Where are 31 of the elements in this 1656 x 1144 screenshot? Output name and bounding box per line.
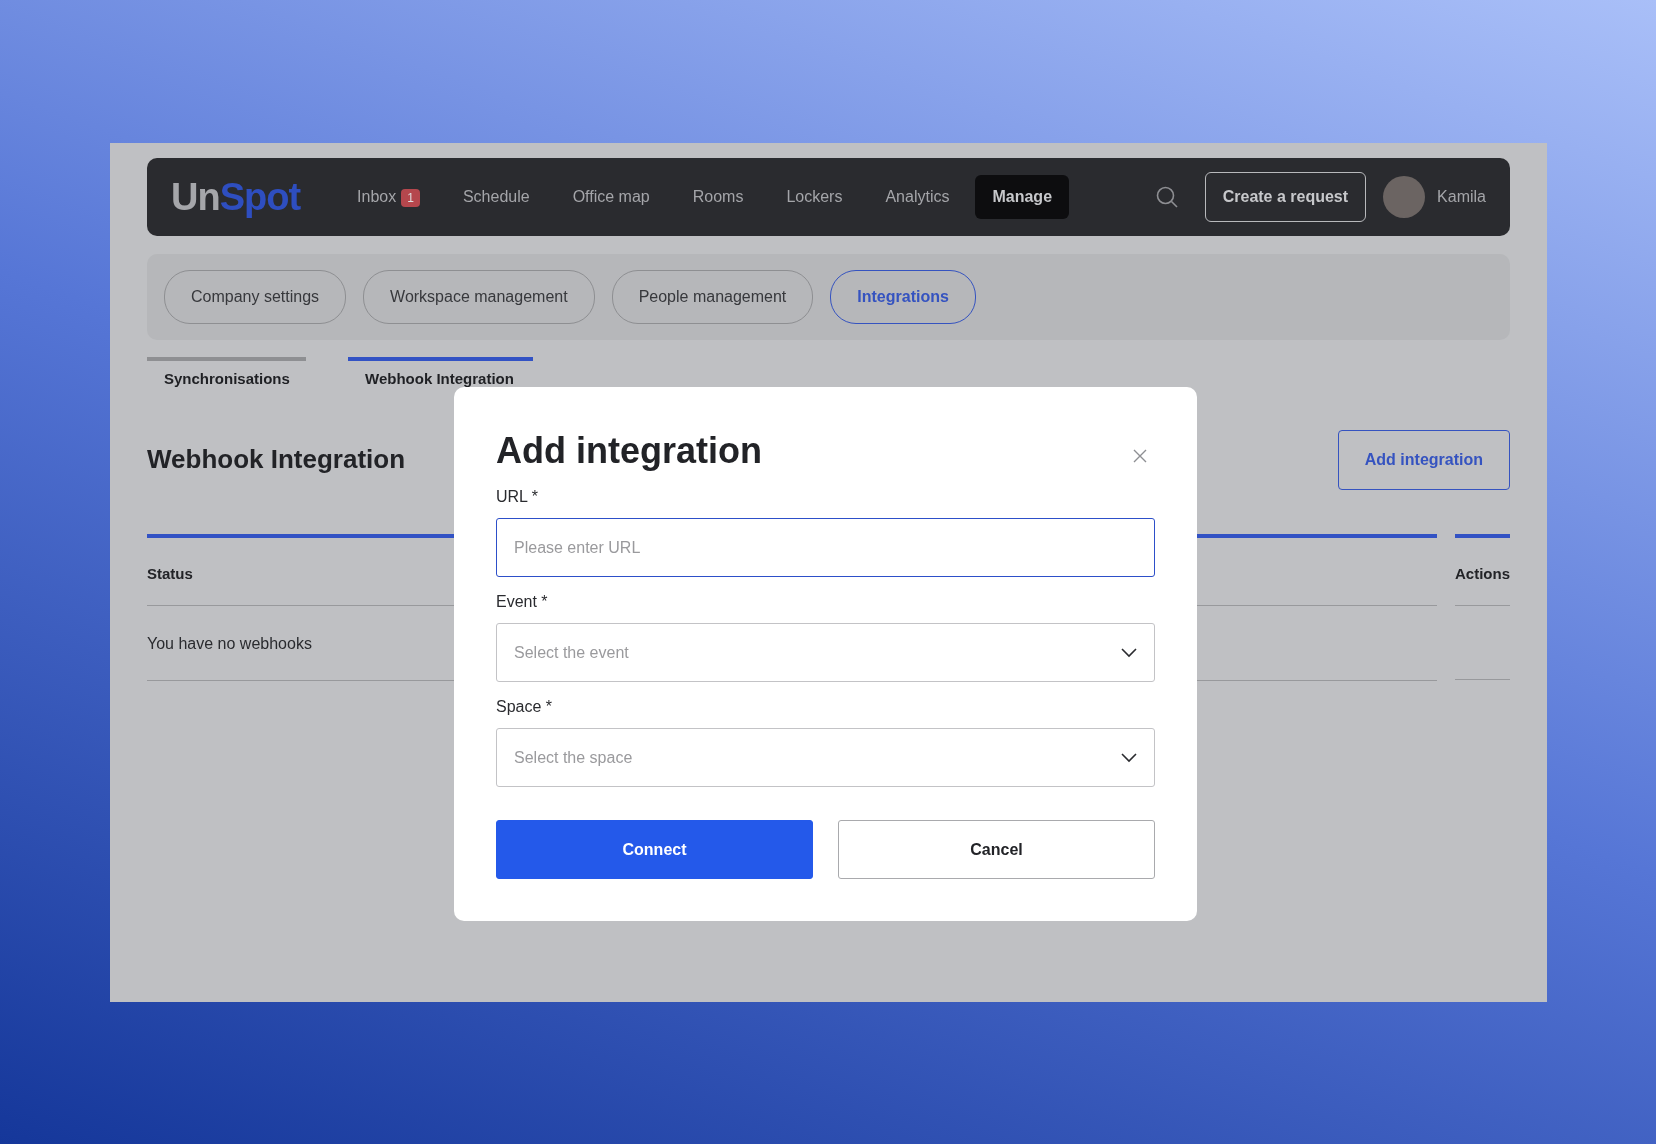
sub-tab[interactable]: Synchronisations: [147, 357, 306, 388]
nav-link[interactable]: Manage: [975, 175, 1070, 219]
field-label: URL *: [496, 487, 540, 508]
settings-tab[interactable]: Company settings: [164, 270, 347, 324]
nav-link[interactable]: Office map: [555, 175, 667, 219]
url-input[interactable]: Please enter URL: [496, 518, 1155, 578]
column-header: Actions: [1455, 537, 1510, 606]
search-icon[interactable]: [1154, 185, 1179, 209]
create-request-button[interactable]: Create a request: [1204, 172, 1367, 222]
count-badge: 1: [401, 189, 420, 207]
connect-button[interactable]: Connect: [496, 820, 813, 880]
page-heading: Webhook Integration: [147, 443, 406, 476]
modal-title: Add integration: [496, 429, 762, 473]
chevron-down-icon: [1121, 647, 1137, 658]
add-integration-button[interactable]: Add integration: [1337, 429, 1510, 490]
close-icon[interactable]: [1133, 448, 1147, 463]
logo: UnSpot: [171, 174, 301, 220]
settings-tab[interactable]: Workspace management: [363, 270, 595, 324]
nav-link[interactable]: Analytics: [868, 175, 967, 219]
empty-message: You have no webhooks: [147, 635, 312, 652]
field-label: Space *: [496, 697, 554, 718]
avatar[interactable]: [1383, 176, 1426, 218]
cancel-button[interactable]: Cancel: [838, 820, 1155, 880]
nav-link[interactable]: Inbox 1: [340, 175, 437, 219]
settings-tab[interactable]: Integrations: [830, 270, 976, 324]
nav-link[interactable]: Rooms: [675, 175, 761, 219]
chevron-down-icon: [1121, 752, 1137, 763]
nav-link[interactable]: Schedule: [445, 175, 547, 219]
user-name: Kamila: [1437, 187, 1486, 207]
settings-tab[interactable]: People management: [611, 270, 814, 324]
nav-link[interactable]: Lockers: [769, 175, 860, 219]
